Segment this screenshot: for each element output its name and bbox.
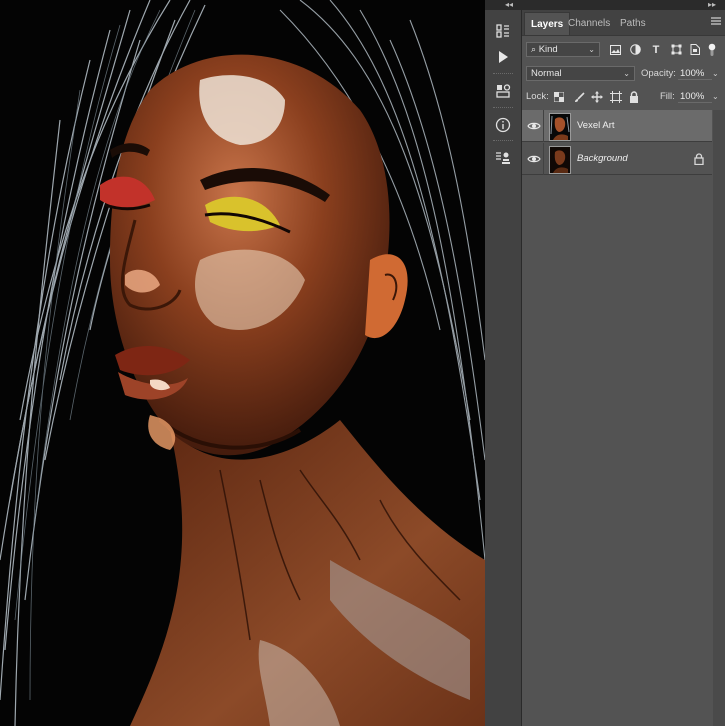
lock-artboard-icon[interactable] (609, 90, 623, 104)
filter-kind-dropdown[interactable]: ⌕ Kind ⌄ (526, 42, 600, 57)
layers-panel: Layers Channels Paths ⌕ Kind ⌄ T Normal … (522, 10, 725, 726)
filter-toggle-icon[interactable] (706, 42, 718, 57)
visibility-eye-icon[interactable] (527, 153, 541, 165)
layers-scrollbar[interactable] (713, 110, 725, 726)
vexel-art-portrait (0, 0, 485, 726)
lock-transparent-pixels-icon[interactable] (552, 90, 566, 104)
opacity-dropdown-icon[interactable]: ⌄ (712, 66, 719, 81)
lock-all-icon[interactable] (627, 90, 641, 104)
dock-grip[interactable] (493, 73, 513, 76)
play-actions-icon[interactable] (491, 46, 515, 68)
tab-channels[interactable]: Channels (562, 12, 616, 35)
visibility-divider (543, 143, 544, 175)
visibility-divider (543, 110, 544, 142)
chevron-down-icon: ⌄ (588, 45, 595, 54)
adjustment-filter-icon[interactable] (627, 42, 643, 57)
opacity-input[interactable]: 100% (678, 67, 712, 80)
search-icon: ⌕ (531, 44, 537, 54)
fill-input[interactable]: 100% (678, 90, 712, 103)
history-icon[interactable] (491, 20, 515, 42)
type-filter-icon[interactable]: T (648, 42, 664, 57)
layer-filter-row: ⌕ Kind ⌄ T (522, 42, 725, 58)
layer-name[interactable]: Background (577, 143, 628, 175)
properties-icon[interactable] (491, 80, 515, 102)
panel-collapse-bar[interactable] (485, 0, 725, 10)
lock-image-pixels-icon[interactable] (572, 90, 586, 104)
chevron-down-icon: ⌄ (623, 69, 630, 78)
blend-mode-dropdown[interactable]: Normal ⌄ (526, 66, 635, 81)
opacity-label: Opacity: (641, 68, 676, 79)
image-filter-icon[interactable] (607, 42, 623, 57)
layer-name[interactable]: Vexel Art (577, 110, 615, 142)
panel-menu-icon[interactable] (711, 17, 721, 28)
lock-position-icon[interactable] (590, 90, 604, 104)
fill-dropdown-icon[interactable]: ⌄ (712, 89, 719, 104)
collapsed-panel-dock (485, 10, 522, 726)
lock-row: Lock: Fill: 100% ⌄ (522, 89, 725, 105)
collapse-dock-icon[interactable]: ◂◂ (505, 0, 513, 10)
collapse-panel-icon[interactable]: ▸▸ (708, 0, 716, 10)
clone-source-icon[interactable] (491, 147, 515, 169)
visibility-eye-icon[interactable] (527, 120, 541, 132)
dock-grip[interactable] (493, 140, 513, 143)
fill-label: Fill: (660, 91, 675, 102)
smart-object-filter-icon[interactable] (687, 42, 703, 57)
layer-thumbnail[interactable] (549, 146, 571, 174)
tab-paths[interactable]: Paths (614, 12, 652, 35)
lock-label: Lock: (526, 91, 549, 102)
layer-thumbnail[interactable] (549, 113, 571, 141)
dock-grip[interactable] (493, 107, 513, 110)
blend-mode-value: Normal (531, 68, 562, 79)
filter-kind-label: Kind (538, 44, 558, 55)
panel-tab-bar: Layers Channels Paths (522, 10, 725, 36)
layer-row-background[interactable]: Background (522, 143, 712, 175)
shape-filter-icon[interactable] (668, 42, 684, 57)
blend-row: Normal ⌄ Opacity: 100% ⌄ (522, 66, 725, 82)
layer-lock-icon (694, 153, 706, 166)
layer-row-vexel-art[interactable]: Vexel Art (522, 110, 712, 142)
info-icon[interactable] (491, 114, 515, 136)
document-canvas[interactable] (0, 0, 485, 726)
